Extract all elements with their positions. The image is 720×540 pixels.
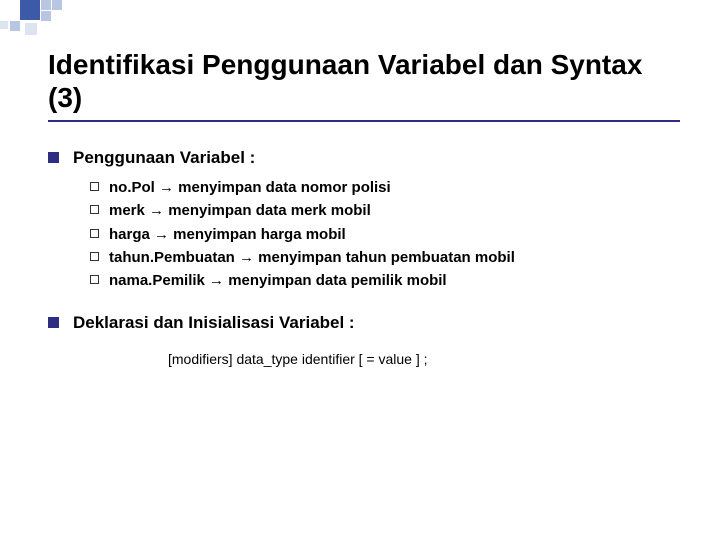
bullet-open-icon (90, 229, 99, 238)
section-heading: Deklarasi dan Inisialisasi Variabel : (73, 313, 355, 333)
list-item-text: harga → menyimpan harga mobil (109, 225, 346, 245)
bullet-open-icon (90, 182, 99, 191)
syntax-code: [modifiers] data_type identifier [ = val… (168, 351, 680, 367)
bullet-square-icon (48, 152, 59, 163)
list-item-text: tahun.Pembuatan → menyimpan tahun pembua… (109, 248, 515, 268)
bullet-open-icon (90, 252, 99, 261)
list-item-text: no.Pol → menyimpan data nomor polisi (109, 178, 391, 198)
list-item: tahun.Pembuatan → menyimpan tahun pembua… (90, 248, 680, 268)
slide-title: Identifikasi Penggunaan Variabel dan Syn… (48, 48, 680, 114)
section-penggunaan: Penggunaan Variabel : no.Pol → menyimpan… (48, 148, 680, 291)
list-item: merk → menyimpan data merk mobil (90, 201, 680, 221)
bullet-open-icon (90, 205, 99, 214)
bullet-open-icon (90, 275, 99, 284)
section-deklarasi: Deklarasi dan Inisialisasi Variabel : [m… (48, 313, 680, 367)
slide-content: Identifikasi Penggunaan Variabel dan Syn… (48, 48, 680, 389)
variable-list: no.Pol → menyimpan data nomor polisi mer… (90, 178, 680, 291)
section-heading: Penggunaan Variabel : (73, 148, 255, 168)
list-item: nama.Pemilik → menyimpan data pemilik mo… (90, 271, 680, 291)
list-item: harga → menyimpan harga mobil (90, 225, 680, 245)
title-rule (48, 120, 680, 122)
corner-decoration (0, 0, 95, 40)
bullet-square-icon (48, 317, 59, 328)
list-item-text: merk → menyimpan data merk mobil (109, 201, 371, 221)
list-item-text: nama.Pemilik → menyimpan data pemilik mo… (109, 271, 447, 291)
list-item: no.Pol → menyimpan data nomor polisi (90, 178, 680, 198)
